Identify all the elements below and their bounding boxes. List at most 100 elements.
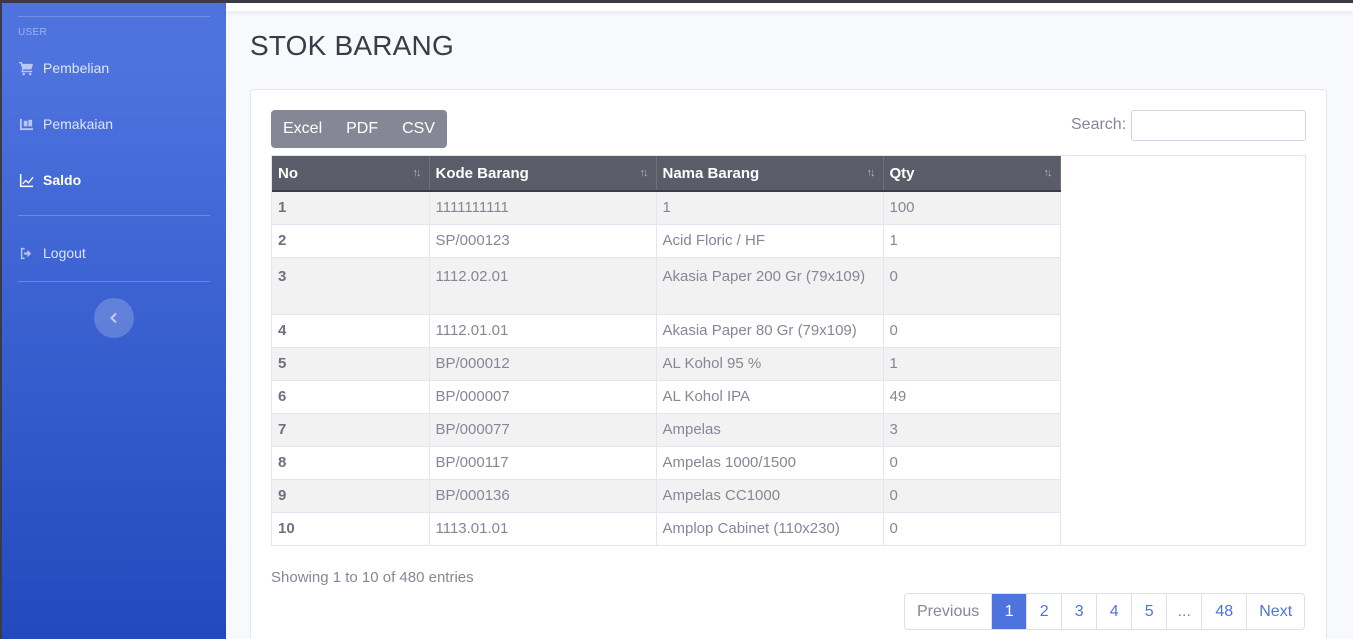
sort-icon: ↑↓ bbox=[1043, 167, 1053, 179]
excel-button[interactable]: Excel bbox=[271, 110, 334, 148]
pagination: Previous 1 2 3 4 5 ... 48 Next bbox=[904, 593, 1306, 630]
cell-kode-barang: BP/000136 bbox=[429, 478, 657, 512]
cell-qty: 0 bbox=[883, 478, 1061, 512]
sidebar-divider bbox=[18, 281, 210, 282]
table-row: 1 1111111111 1 100 bbox=[272, 190, 1061, 224]
table-row: 9 BP/000136 Ampelas CC1000 0 bbox=[272, 478, 1061, 512]
cell-kode-barang: 1112.01.01 bbox=[429, 313, 657, 347]
column-header-label: Qty bbox=[889, 164, 915, 182]
cell-no: 7 bbox=[272, 412, 430, 446]
sidebar-divider bbox=[18, 16, 210, 17]
table-row: 2 SP/000123 Acid Floric / HF 1 bbox=[272, 223, 1061, 257]
cell-no: 4 bbox=[272, 313, 430, 347]
dolly-icon bbox=[18, 116, 34, 132]
sort-icon: ↑↓ bbox=[866, 167, 876, 179]
pdf-button[interactable]: PDF bbox=[334, 110, 390, 148]
column-header-label: Kode Barang bbox=[435, 164, 529, 182]
cell-no: 2 bbox=[272, 223, 430, 257]
cell-no: 9 bbox=[272, 478, 430, 512]
cell-kode-barang: BP/000012 bbox=[429, 346, 657, 380]
search-input[interactable] bbox=[1131, 110, 1306, 141]
cell-kode-barang: BP/000077 bbox=[429, 412, 657, 446]
stock-table: No ↑↓ Kode Barang ↑↓ Nama Barang ↑↓ Qty ↑↓ 1… bbox=[272, 156, 1061, 545]
sidebar-item-label: Saldo bbox=[43, 172, 82, 188]
table-row: 7 BP/000077 Ampelas 3 bbox=[272, 412, 1061, 446]
column-header-nama-barang[interactable]: Nama Barang ↑↓ bbox=[656, 156, 884, 192]
cell-no: 5 bbox=[272, 346, 430, 380]
cell-nama-barang: Ampelas CC1000 bbox=[656, 478, 884, 512]
sidebar: USER Pembelian Pemakaian Saldo Logout bbox=[0, 0, 226, 639]
table-row: 6 BP/000007 AL Kohol IPA 49 bbox=[272, 379, 1061, 413]
sidebar-item-saldo[interactable]: Saldo bbox=[18, 168, 81, 192]
cell-nama-barang: AL Kohol 95 % bbox=[656, 346, 884, 380]
cell-nama-barang: Akasia Paper 80 Gr (79x109) bbox=[656, 313, 884, 347]
sidebar-toggle-button[interactable] bbox=[94, 298, 134, 338]
table-row: 3 1112.02.01 Akasia Paper 200 Gr (79x109… bbox=[272, 256, 1061, 314]
table-container: No ↑↓ Kode Barang ↑↓ Nama Barang ↑↓ Qty ↑↓ 1… bbox=[271, 155, 1306, 546]
column-header-label: Nama Barang bbox=[662, 164, 760, 182]
cell-qty: 1 bbox=[883, 223, 1061, 257]
cell-nama-barang: Ampelas 1000/1500 bbox=[656, 445, 884, 479]
table-row: 5 BP/000012 AL Kohol 95 % 1 bbox=[272, 346, 1061, 380]
column-header-no[interactable]: No ↑↓ bbox=[272, 156, 430, 192]
csv-button[interactable]: CSV bbox=[390, 110, 447, 148]
sort-icon: ↑↓ bbox=[639, 167, 649, 179]
table-header-row: No ↑↓ Kode Barang ↑↓ Nama Barang ↑↓ Qty ↑↓ bbox=[272, 156, 1061, 192]
pagination-ellipsis: ... bbox=[1166, 594, 1201, 629]
pagination-page-48[interactable]: 48 bbox=[1201, 594, 1246, 629]
window-top-border bbox=[0, 0, 1353, 3]
shopping-cart-icon bbox=[18, 60, 34, 76]
window-left-border bbox=[0, 0, 2, 639]
cell-kode-barang: BP/000007 bbox=[429, 379, 657, 413]
cell-kode-barang: BP/000117 bbox=[429, 445, 657, 479]
sidebar-item-pemakaian[interactable]: Pemakaian bbox=[18, 112, 113, 136]
cell-no: 10 bbox=[272, 511, 430, 545]
cell-no: 1 bbox=[272, 190, 430, 224]
column-header-kode-barang[interactable]: Kode Barang ↑↓ bbox=[429, 156, 657, 192]
cell-kode-barang: SP/000123 bbox=[429, 223, 657, 257]
pagination-previous[interactable]: Previous bbox=[905, 594, 991, 629]
column-header-label: No bbox=[278, 164, 298, 182]
cell-qty: 0 bbox=[883, 256, 1061, 314]
cell-nama-barang: Acid Floric / HF bbox=[656, 223, 884, 257]
export-button-group: Excel PDF CSV bbox=[271, 110, 448, 148]
table-row: 10 1113.01.01 Amplop Cabinet (110x230) 0 bbox=[272, 511, 1061, 545]
sidebar-item-label: Logout bbox=[43, 245, 86, 261]
sidebar-item-pembelian[interactable]: Pembelian bbox=[18, 56, 109, 80]
pagination-page-4[interactable]: 4 bbox=[1096, 594, 1131, 629]
cell-nama-barang: AL Kohol IPA bbox=[656, 379, 884, 413]
table-info: Showing 1 to 10 of 480 entries bbox=[271, 569, 474, 586]
sidebar-divider bbox=[18, 215, 210, 216]
pagination-page-1[interactable]: 1 bbox=[991, 594, 1027, 629]
chevron-left-icon bbox=[110, 312, 117, 324]
cell-qty: 0 bbox=[883, 445, 1061, 479]
cell-qty: 0 bbox=[883, 511, 1061, 545]
cell-qty: 0 bbox=[883, 313, 1061, 347]
column-header-qty[interactable]: Qty ↑↓ bbox=[883, 156, 1061, 192]
cell-nama-barang: Amplop Cabinet (110x230) bbox=[656, 511, 884, 545]
sidebar-item-logout[interactable]: Logout bbox=[18, 241, 86, 265]
topbar bbox=[226, 3, 1353, 11]
cell-kode-barang: 1112.02.01 bbox=[429, 256, 657, 314]
cell-nama-barang: Akasia Paper 200 Gr (79x109) bbox=[656, 256, 884, 314]
cell-no: 3 bbox=[272, 256, 430, 314]
search-label: Search: bbox=[1071, 116, 1127, 133]
cell-no: 6 bbox=[272, 379, 430, 413]
pagination-page-3[interactable]: 3 bbox=[1061, 594, 1096, 629]
page-title: STOK BARANG bbox=[250, 30, 454, 61]
cell-qty: 1 bbox=[883, 346, 1061, 380]
table-row: 4 1112.01.01 Akasia Paper 80 Gr (79x109)… bbox=[272, 313, 1061, 347]
sort-icon: ↑↓ bbox=[412, 167, 422, 179]
cell-kode-barang: 1113.01.01 bbox=[429, 511, 657, 545]
cell-nama-barang: 1 bbox=[656, 190, 884, 224]
pagination-next[interactable]: Next bbox=[1246, 594, 1304, 629]
cell-qty: 49 bbox=[883, 379, 1061, 413]
sidebar-heading: USER bbox=[18, 27, 47, 38]
pagination-page-5[interactable]: 5 bbox=[1131, 594, 1166, 629]
sidebar-item-label: Pembelian bbox=[43, 60, 110, 76]
cell-kode-barang: 1111111111 bbox=[429, 190, 657, 224]
sidebar-item-label: Pemakaian bbox=[43, 116, 114, 132]
pagination-page-2[interactable]: 2 bbox=[1026, 594, 1061, 629]
cell-qty: 100 bbox=[883, 190, 1061, 224]
cell-no: 8 bbox=[272, 445, 430, 479]
